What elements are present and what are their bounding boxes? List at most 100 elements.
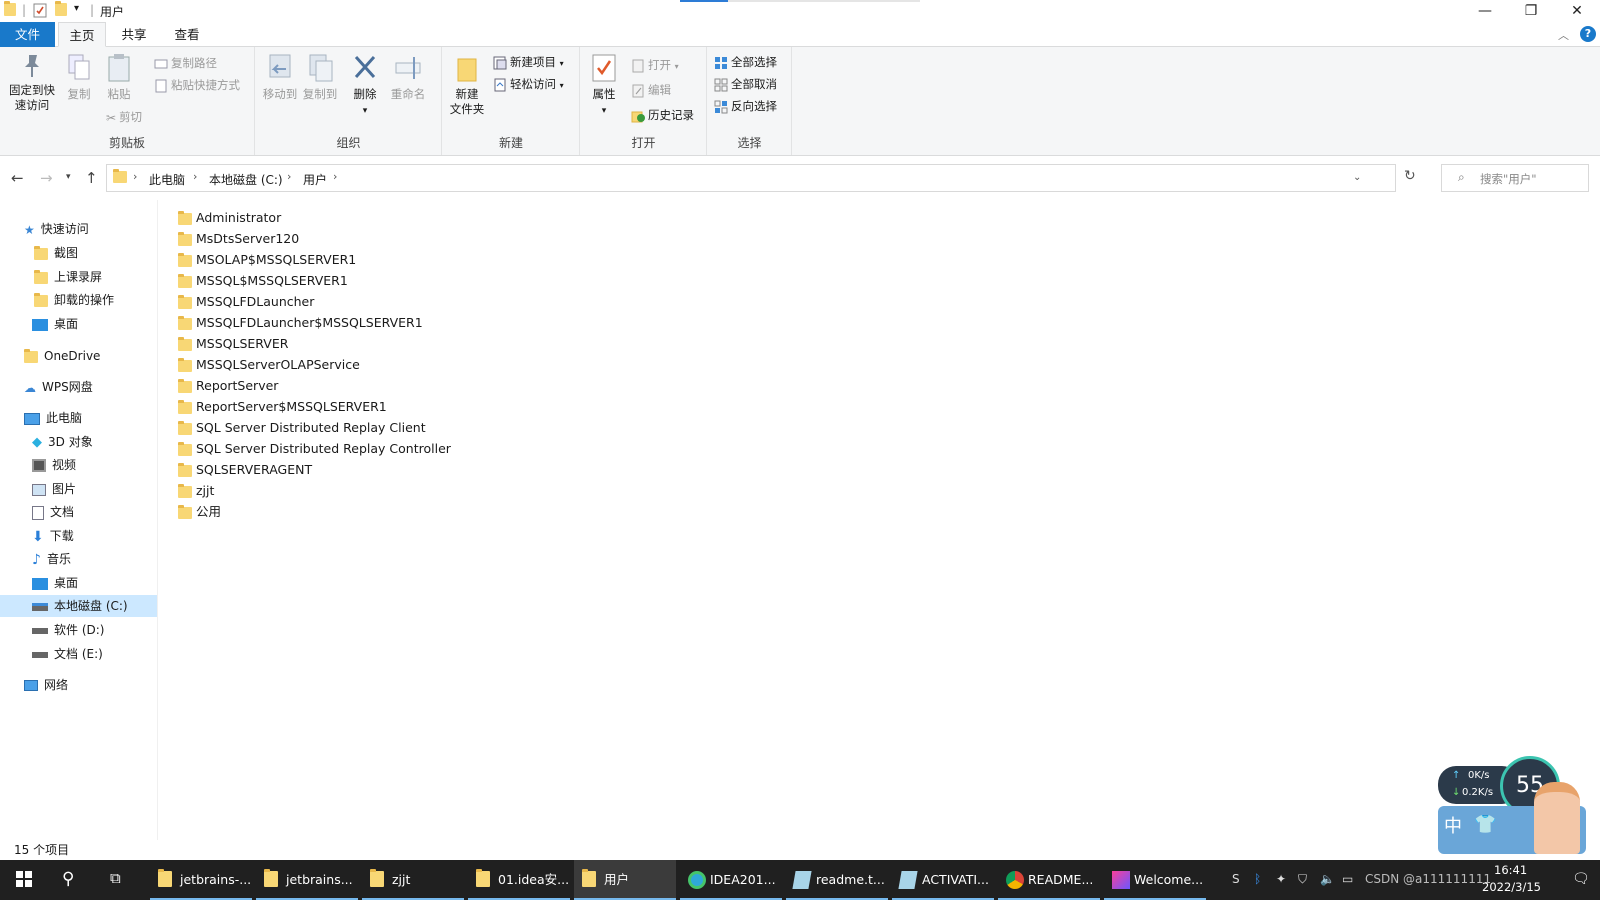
list-item[interactable]: MSSQLFDLauncher$MSSQLSERVER1 (178, 313, 423, 333)
tab-share[interactable]: 共享 (110, 22, 158, 47)
address-box[interactable]: › 此电脑 › 本地磁盘 (C:) › 用户 › ⌄ (106, 164, 1396, 192)
tab-home[interactable]: 主页 (58, 22, 106, 47)
address-dropdown-chevron-icon[interactable]: ⌄ (1353, 172, 1361, 183)
nav-quick-item[interactable]: 上课录屏 (34, 266, 102, 288)
maximize-button[interactable]: ❐ (1508, 0, 1554, 22)
open-button[interactable]: 打开 ▾ (631, 55, 679, 75)
rename-button[interactable]: 重命名 (388, 53, 428, 102)
nav-quick-item[interactable]: 截图 (34, 242, 78, 264)
search-box[interactable]: ⌕ 搜索"用户" (1441, 164, 1589, 192)
list-item[interactable]: 公用 (178, 502, 221, 522)
list-item[interactable]: MSSQL$MSSQLSERVER1 (178, 271, 348, 291)
tab-view[interactable]: 查看 (163, 22, 211, 47)
new-folder-quick-icon[interactable] (55, 1, 67, 19)
select-all-button[interactable]: 全部选择 (714, 52, 777, 72)
edit-button[interactable]: 编辑 (631, 80, 671, 100)
list-item[interactable]: zjjt (178, 481, 214, 501)
close-button[interactable]: ✕ (1554, 0, 1600, 22)
taskbar-item[interactable]: 01.idea安... (468, 860, 570, 900)
taskbar-item[interactable]: readme.t... (786, 860, 888, 900)
pinwheel-tray-icon[interactable]: ✦ (1276, 872, 1286, 886)
taskbar-item[interactable]: zjjt (362, 860, 464, 900)
customize-quick-access-icon[interactable]: ▾ (74, 3, 79, 19)
new-folder-button[interactable]: 新建 文件夹 (447, 53, 487, 117)
cut-button[interactable]: ✂ 剪切 (106, 107, 142, 127)
copy-button[interactable]: 复制 (62, 53, 96, 102)
volume-icon[interactable]: 🔈 (1320, 872, 1335, 886)
taskbar-item[interactable]: README... (998, 860, 1100, 900)
nav-pc-item[interactable]: 图片 (32, 478, 76, 500)
taskbar-item[interactable]: IDEA201... (680, 860, 782, 900)
breadcrumb-users[interactable]: 用户 (303, 171, 327, 188)
help-icon[interactable]: ? (1580, 26, 1596, 42)
nav-pc-item[interactable]: ◆ 3D 对象 (32, 431, 93, 453)
nav-pc-item[interactable]: ⬇ 下载 (32, 525, 74, 547)
nav-pc-item-selected[interactable]: 本地磁盘 (C:) (0, 595, 157, 617)
taskbar-item[interactable]: ACTIVATI... (892, 860, 994, 900)
refresh-icon[interactable]: ↻ (1404, 168, 1416, 184)
breadcrumb-separator-icon[interactable]: › (133, 170, 137, 183)
taskbar-item[interactable]: Welcome... (1104, 860, 1206, 900)
notification-icon[interactable]: 🗨 (1572, 871, 1590, 887)
breadcrumb-separator-icon[interactable]: › (193, 170, 197, 183)
nav-pc-item[interactable]: 视频 (32, 454, 76, 476)
minimize-button[interactable]: — (1462, 0, 1508, 22)
sogou-tray-icon[interactable]: S (1232, 872, 1240, 886)
system-monitor-widget[interactable]: ↑ 0K/s ↓ 0.2K/s 55 中 👕 (1438, 756, 1586, 854)
up-arrow-icon[interactable]: ↑ (85, 169, 98, 187)
paste-shortcut-button[interactable]: 粘贴快捷方式 (154, 75, 240, 95)
list-item[interactable]: MSSQLFDLauncher (178, 292, 314, 312)
recent-locations-chevron-icon[interactable]: ▾ (66, 172, 71, 182)
list-item[interactable]: ReportServer$MSSQLSERVER1 (178, 397, 387, 417)
tab-file[interactable]: 文件 (0, 22, 55, 47)
taskbar-item[interactable]: jetbrains... (256, 860, 358, 900)
easy-access-button[interactable]: 轻松访问 ▾ (493, 74, 564, 94)
breadcrumb-separator-icon[interactable]: › (333, 170, 337, 183)
taskbar-item-active[interactable]: 用户 (574, 860, 676, 900)
clock-time[interactable]: 16:41 (1494, 863, 1527, 877)
list-item[interactable]: MsDtsServer120 (178, 229, 299, 249)
search-icon[interactable]: ⚲ (62, 869, 74, 889)
copy-to-button[interactable]: 复制到 (300, 53, 340, 102)
back-arrow-icon[interactable]: ← (11, 169, 24, 187)
nav-pc-item[interactable]: 文档 (32, 501, 74, 523)
pin-quick-access-button[interactable]: 固定到快 速访问 (4, 53, 60, 113)
windows-start-icon[interactable] (16, 871, 32, 890)
nav-onedrive[interactable]: OneDrive (24, 345, 100, 367)
nav-this-pc[interactable]: 此电脑 (24, 407, 82, 429)
breadcrumb-local-disk-c[interactable]: 本地磁盘 (C:) (209, 171, 283, 188)
history-button[interactable]: 历史记录 (631, 105, 694, 125)
nav-pc-item[interactable]: 软件 (D:) (32, 619, 104, 641)
list-item[interactable]: SQLSERVERAGENT (178, 460, 312, 480)
properties-button[interactable]: 属性 ▾ (587, 53, 621, 119)
delete-button[interactable]: 删除 ▾ (348, 53, 382, 119)
paste-button[interactable]: 粘贴 (102, 53, 136, 102)
nav-quick-item[interactable]: 桌面 (32, 313, 78, 335)
forward-arrow-icon[interactable]: → (40, 169, 53, 187)
task-view-icon[interactable]: ⧉ (110, 869, 121, 887)
list-item[interactable]: SQL Server Distributed Replay Client (178, 418, 426, 438)
breadcrumb-this-pc[interactable]: 此电脑 (149, 171, 185, 188)
battery-icon[interactable]: ▭ (1342, 872, 1353, 886)
taskbar-item[interactable]: jetbrains-... (150, 860, 252, 900)
nav-quick-access[interactable]: ★ 快速访问 (24, 218, 89, 240)
copy-path-button[interactable]: 复制路径 (154, 53, 217, 73)
nav-wps-drive[interactable]: ☁ WPS网盘 (24, 376, 93, 398)
nav-pc-item[interactable]: ♪ 音乐 (32, 548, 71, 570)
move-to-button[interactable]: 移动到 (260, 53, 300, 102)
bluetooth-icon[interactable]: ᛒ (1254, 872, 1261, 886)
list-item[interactable]: Administrator (178, 208, 281, 228)
breadcrumb-separator-icon[interactable]: › (287, 170, 291, 183)
nav-pc-item[interactable]: 桌面 (32, 572, 78, 594)
nav-pc-item[interactable]: 文档 (E:) (32, 643, 103, 665)
nav-network[interactable]: 网络 (24, 674, 68, 696)
invert-selection-button[interactable]: 反向选择 (714, 96, 777, 116)
select-none-button[interactable]: 全部取消 (714, 74, 777, 94)
list-item[interactable]: MSSQLServerOLAPService (178, 355, 360, 375)
list-item[interactable]: ReportServer (178, 376, 278, 396)
list-item[interactable]: MSOLAP$MSSQLSERVER1 (178, 250, 356, 270)
nav-quick-item[interactable]: 卸载的操作 (34, 289, 114, 311)
properties-quick-icon[interactable] (33, 3, 47, 19)
clock-date[interactable]: 2022/3/15 (1482, 880, 1541, 894)
collapse-ribbon-icon[interactable]: ︿ (1558, 27, 1569, 43)
